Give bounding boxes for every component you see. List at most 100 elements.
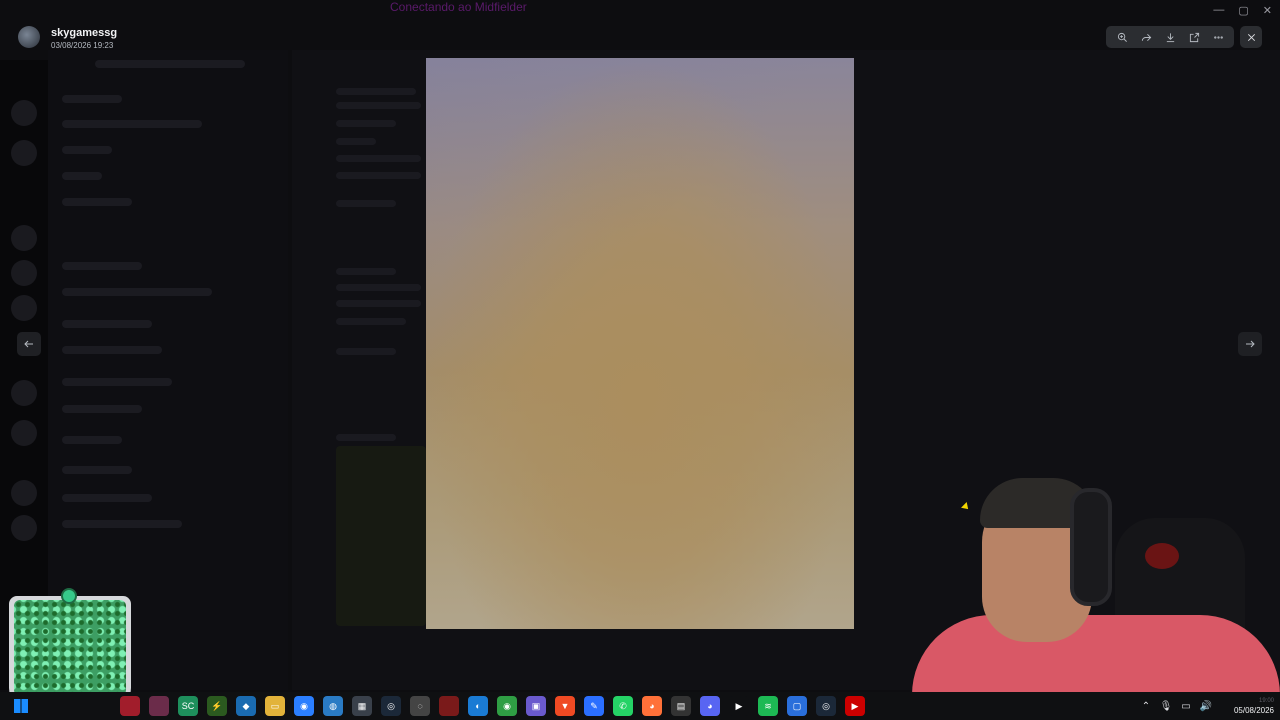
download-icon[interactable] bbox=[1161, 28, 1179, 46]
server-icon bbox=[11, 380, 37, 406]
dm-placeholder bbox=[62, 146, 112, 154]
vscode-app-icon[interactable]: ◆ bbox=[236, 696, 256, 716]
more-icon[interactable] bbox=[1209, 28, 1227, 46]
window-close-icon[interactable]: ✕ bbox=[1263, 4, 1272, 17]
terminal-app-icon[interactable]: ▤ bbox=[671, 696, 691, 716]
arrow-left-icon bbox=[24, 340, 33, 348]
youtube-app-icon[interactable]: ▶ bbox=[845, 696, 865, 716]
server-icon bbox=[11, 100, 37, 126]
dm-placeholder bbox=[62, 120, 202, 128]
arrow-right-icon bbox=[1246, 340, 1255, 348]
chat-placeholder bbox=[336, 102, 421, 109]
dm-placeholder bbox=[62, 520, 182, 528]
dm-placeholder bbox=[62, 198, 132, 206]
previous-media-button[interactable] bbox=[17, 332, 41, 356]
play-app-icon[interactable]: ▶ bbox=[729, 696, 749, 716]
chat-placeholder bbox=[336, 348, 396, 355]
network-icon[interactable]: ▭ bbox=[1180, 700, 1192, 712]
server-icon bbox=[11, 480, 37, 506]
chat-placeholder bbox=[336, 172, 421, 179]
zoom-in-icon[interactable] bbox=[1113, 28, 1131, 46]
avatar[interactable] bbox=[18, 26, 40, 48]
dm-placeholder bbox=[62, 405, 142, 413]
chat-app-icon[interactable]: ◉ bbox=[294, 696, 314, 716]
chat-placeholder bbox=[336, 268, 396, 275]
dm-placeholder bbox=[62, 172, 102, 180]
dm-placeholder bbox=[95, 60, 245, 68]
media-image[interactable] bbox=[426, 58, 854, 629]
chat-placeholder bbox=[336, 200, 396, 207]
discord-app-icon[interactable]: ◕ bbox=[700, 696, 720, 716]
dm-placeholder bbox=[62, 436, 122, 444]
chat-placeholder bbox=[336, 155, 421, 162]
chevron-up-icon[interactable]: ⌃ bbox=[1140, 700, 1152, 712]
dm-placeholder bbox=[62, 262, 142, 270]
chat-placeholder bbox=[336, 300, 421, 307]
mic-icon[interactable]: 🎙 bbox=[1160, 700, 1173, 712]
chat-placeholder bbox=[336, 88, 416, 95]
app-blue-icon[interactable]: ▢ bbox=[787, 696, 807, 716]
media-toolbar bbox=[1106, 26, 1234, 48]
author-username: skygamessg bbox=[51, 27, 118, 39]
globe-app-icon[interactable]: ◍ bbox=[323, 696, 343, 716]
pen-app-icon[interactable]: ✎ bbox=[584, 696, 604, 716]
dm-placeholder bbox=[62, 288, 212, 296]
server-icon bbox=[11, 295, 37, 321]
chat-placeholder bbox=[336, 120, 396, 127]
spotify-app-icon[interactable]: ≋ bbox=[758, 696, 778, 716]
window-controls: — ▢ ✕ bbox=[1213, 4, 1272, 17]
plant-sprout bbox=[61, 588, 77, 604]
chat-placeholder bbox=[336, 434, 396, 441]
webcam-headphone bbox=[1070, 488, 1112, 606]
server-icon bbox=[11, 225, 37, 251]
taskbar-apps: SC ⚡ ◆ ▭ ◉ ◍ ▦ ◎ ◌ ◐ ◉ ▣ ▼ ✎ ✆ ◕ ▤ ◕ ▶ ≋ ▢ ◎ ▶ bbox=[120, 696, 865, 716]
steam2-app-icon[interactable]: ◎ bbox=[816, 696, 836, 716]
forward-icon[interactable] bbox=[1137, 28, 1155, 46]
media-viewer-header: skygamessg 03/08/2026 19:23 bbox=[0, 18, 1280, 58]
firefox-app-icon[interactable]: ◕ bbox=[642, 696, 662, 716]
chrome-app-icon[interactable]: ◉ bbox=[497, 696, 517, 716]
clock-time: 19:00 bbox=[1258, 698, 1274, 704]
taskbar-clock[interactable]: 19:00 05/08/2026 bbox=[1222, 696, 1274, 716]
sc-app-icon[interactable]: SC bbox=[178, 696, 198, 716]
dm-placeholder bbox=[62, 494, 152, 502]
dm-placeholder bbox=[62, 320, 152, 328]
chair-logo bbox=[1145, 543, 1179, 569]
start-icon[interactable] bbox=[14, 699, 28, 713]
server-icon bbox=[11, 515, 37, 541]
store-app-icon[interactable]: ▦ bbox=[352, 696, 372, 716]
explorer-app-icon[interactable]: ▭ bbox=[265, 696, 285, 716]
post-timestamp: 03/08/2026 19:23 bbox=[51, 41, 114, 50]
server-icon bbox=[11, 260, 37, 286]
dm-placeholder bbox=[62, 466, 132, 474]
media-app-icon[interactable] bbox=[120, 696, 140, 716]
taskbar: SC ⚡ ◆ ▭ ◉ ◍ ▦ ◎ ◌ ◐ ◉ ▣ ▼ ✎ ✆ ◕ ▤ ◕ ▶ ≋ ▢ ◎ ▶ ⌃ 🎙 ▭ 🔊 19:00 0… bbox=[0, 692, 1280, 720]
nvidia-app-icon[interactable]: ⚡ bbox=[207, 696, 227, 716]
close-viewer-button[interactable] bbox=[1240, 26, 1262, 48]
next-media-button[interactable] bbox=[1238, 332, 1262, 356]
maximize-icon[interactable]: ▢ bbox=[1238, 4, 1248, 17]
brave-app-icon[interactable]: ▼ bbox=[555, 696, 575, 716]
edge-app-icon[interactable]: ◐ bbox=[468, 696, 488, 716]
whatsapp-app-icon[interactable]: ✆ bbox=[613, 696, 633, 716]
dm-placeholder bbox=[62, 378, 172, 386]
webcam-person-shirt bbox=[912, 615, 1280, 695]
minimize-icon[interactable]: — bbox=[1213, 4, 1224, 17]
chat-placeholder bbox=[336, 138, 376, 145]
steam-app-icon[interactable]: ◎ bbox=[381, 696, 401, 716]
chat-image-attachment bbox=[336, 446, 426, 626]
chat-placeholder bbox=[336, 318, 406, 325]
window-title: Conectando ao Midfielder bbox=[390, 0, 527, 14]
plant-foliage bbox=[14, 600, 126, 696]
open-external-icon[interactable] bbox=[1185, 28, 1203, 46]
chrome-alt-app-icon[interactable]: ◌ bbox=[410, 696, 430, 716]
grid-app-icon[interactable]: ▣ bbox=[526, 696, 546, 716]
volume-icon[interactable]: 🔊 bbox=[1200, 700, 1212, 712]
system-tray: ⌃ 🎙 ▭ 🔊 bbox=[1140, 696, 1212, 716]
server-icon bbox=[11, 420, 37, 446]
close-icon bbox=[1247, 33, 1255, 41]
dm-placeholder bbox=[62, 346, 162, 354]
red-app-icon[interactable] bbox=[439, 696, 459, 716]
game-app-icon[interactable] bbox=[149, 696, 169, 716]
dm-placeholder bbox=[62, 95, 122, 103]
